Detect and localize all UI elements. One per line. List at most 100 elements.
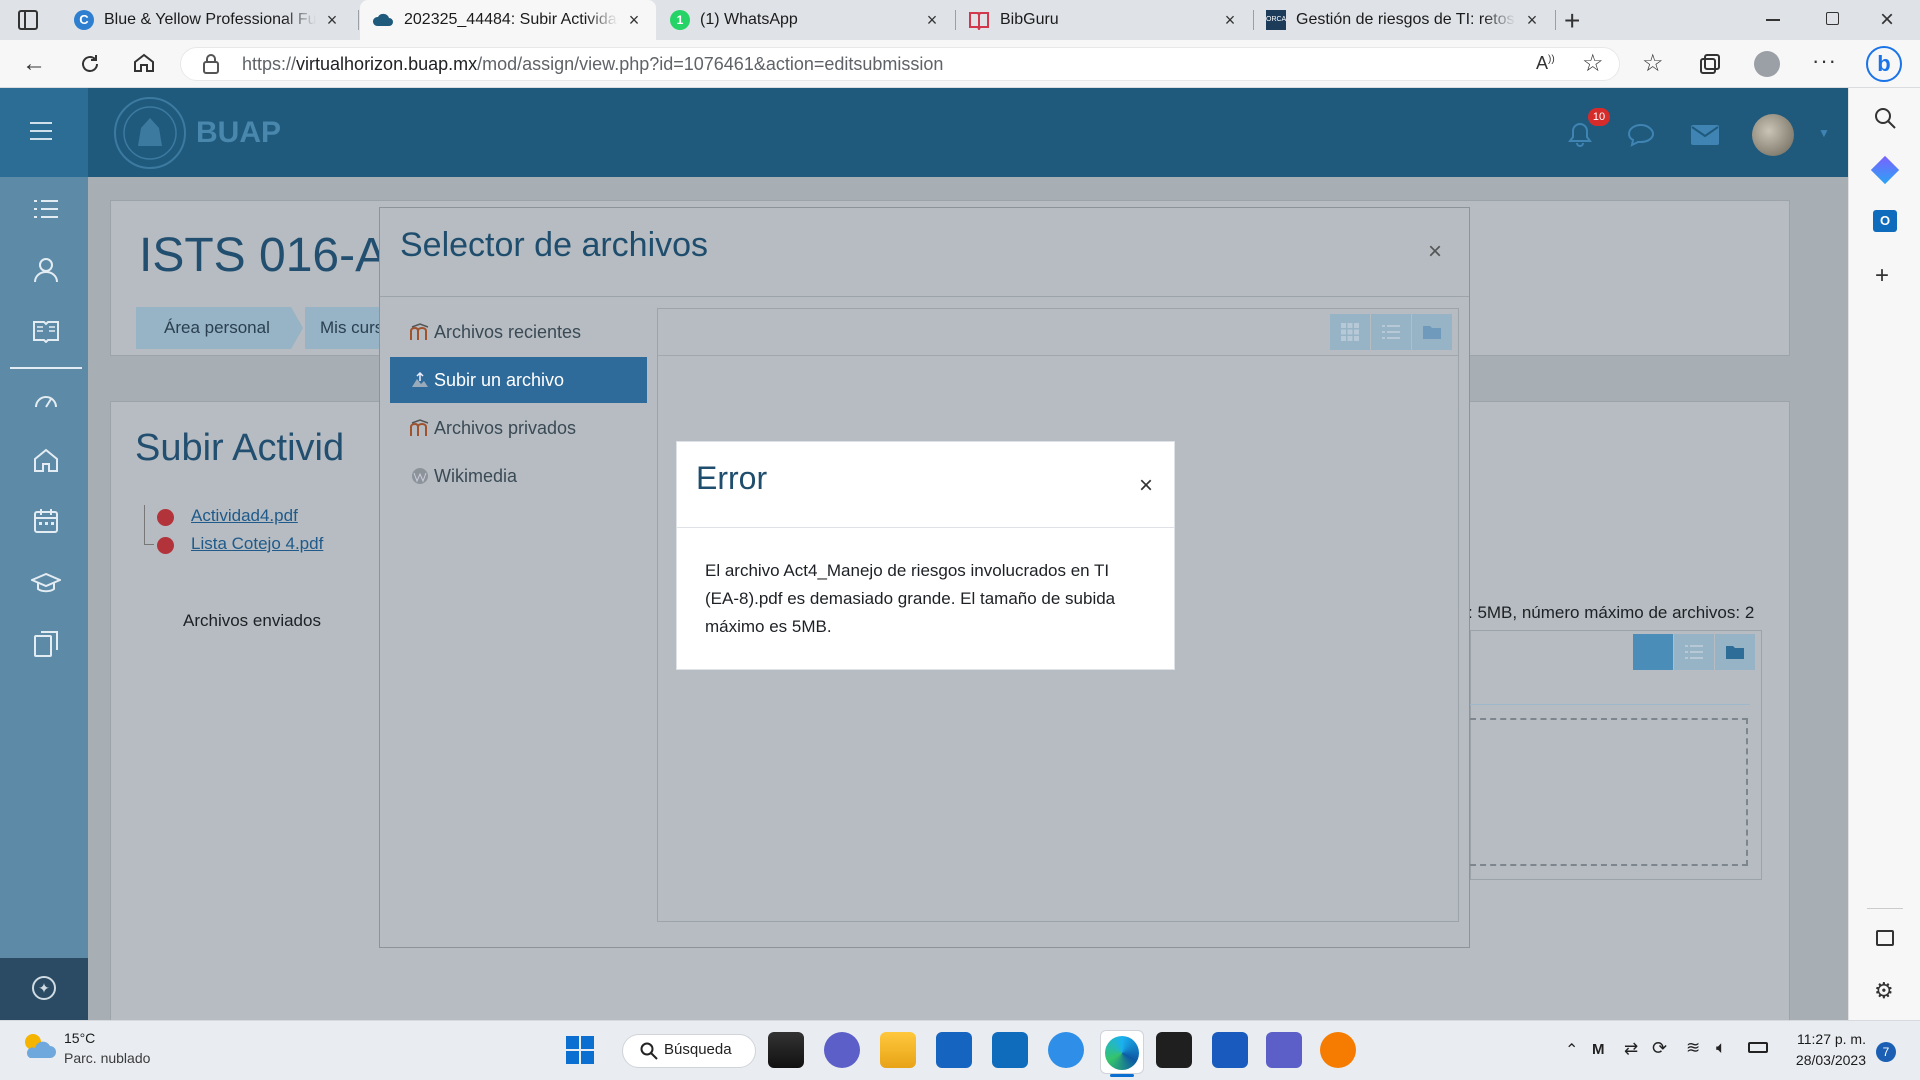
menu-toggle-icon[interactable] (30, 122, 52, 140)
source-upload-file[interactable]: Subir un archivo (390, 357, 647, 403)
attachment-link[interactable]: Lista Cotejo 4.pdf (191, 534, 323, 554)
close-window-icon[interactable]: × (1880, 6, 1894, 34)
weather-partly-cloudy-icon[interactable] (20, 1031, 56, 1061)
search-icon[interactable] (1873, 106, 1897, 130)
back-icon[interactable]: ← (22, 50, 46, 78)
close-tab-icon[interactable]: × (322, 10, 342, 31)
messages-icon[interactable] (1627, 122, 1655, 148)
clock-date[interactable]: 28/03/2023 (1782, 1052, 1866, 1068)
chat-app-icon[interactable] (1048, 1032, 1084, 1068)
folder-view-button[interactable] (1715, 634, 1755, 670)
tab-actions-icon[interactable] (18, 10, 38, 30)
home-icon[interactable] (132, 51, 156, 75)
file-picker-title: Selector de archivos (400, 226, 709, 264)
edge-browser-icon (1105, 1036, 1139, 1070)
icon-view-button[interactable] (1330, 314, 1370, 350)
browser-tab-buap[interactable]: 202325_44484: Subir Actividad 4 × (360, 0, 656, 40)
avast-icon[interactable] (1320, 1032, 1356, 1068)
course-index-icon[interactable] (33, 199, 59, 219)
refresh-icon[interactable] (78, 52, 102, 76)
my-courses-cap-icon[interactable] (31, 571, 61, 595)
buap-seal-icon[interactable] (110, 96, 190, 170)
read-aloud-icon[interactable]: A)) (1536, 53, 1555, 74)
content-bank-icon[interactable] (33, 631, 59, 657)
error-message: El archivo Act4_Manejo de riesgos involu… (705, 561, 1116, 636)
close-tab-icon[interactable]: × (1522, 10, 1542, 31)
windows-start-icon[interactable] (566, 1036, 594, 1064)
notifications-bell-icon[interactable] (1568, 122, 1592, 148)
dashboard-gauge-icon[interactable] (33, 387, 59, 411)
network-transfer-icon[interactable]: ⇄ (1624, 1039, 1638, 1059)
new-tab-icon[interactable]: + (1564, 5, 1580, 37)
tab-title: 202325_44484: Subir Actividad 4 (404, 11, 618, 28)
favorites-icon[interactable]: ☆ (1642, 49, 1664, 78)
teams-meet-icon[interactable] (824, 1032, 860, 1068)
mail-icon[interactable] (1690, 124, 1720, 146)
close-tab-icon[interactable]: × (624, 10, 644, 31)
participants-icon[interactable] (33, 257, 59, 283)
add-favorite-icon[interactable]: ☆ (1582, 49, 1604, 78)
lock-icon[interactable] (202, 54, 220, 74)
site-logo-text[interactable]: BUAP (196, 116, 281, 150)
collections-icon[interactable] (1698, 52, 1722, 76)
minimize-icon[interactable] (1766, 19, 1780, 21)
volume-icon[interactable]: 🔈︎ (1716, 1038, 1726, 1058)
list-view-button[interactable] (1674, 634, 1714, 670)
profile-avatar[interactable] (1754, 51, 1780, 77)
site-home-icon[interactable] (33, 447, 59, 473)
close-tab-icon[interactable]: × (1220, 10, 1240, 31)
browser-tab-bibguru[interactable]: BibGuru × (956, 0, 1252, 40)
restore-icon[interactable] (1826, 12, 1839, 25)
bibguru-icon (969, 12, 989, 30)
mi-app-tray-icon[interactable]: M (1592, 1041, 1605, 1058)
sync-icon[interactable]: ⟳ (1652, 1038, 1667, 1059)
clock-time[interactable]: 11:27 p. m. (1782, 1031, 1866, 1047)
site-favicon-icon: ORCA (1266, 10, 1286, 30)
left-nav-drawer: ✦ (0, 177, 88, 1020)
notification-center-badge[interactable]: 7 (1876, 1042, 1896, 1062)
url-text[interactable]: https://virtualhorizon.buap.mx/mod/assig… (242, 54, 943, 75)
hide-sidebar-icon[interactable] (1876, 930, 1894, 946)
grid-view-button[interactable] (1633, 634, 1673, 670)
add-sidebar-app-icon[interactable]: + (1875, 262, 1889, 290)
user-avatar[interactable] (1752, 114, 1794, 156)
copilot-icon[interactable] (1870, 155, 1900, 185)
list-view-button[interactable] (1371, 314, 1411, 350)
show-hidden-icons-chevron-icon[interactable]: ⌃ (1565, 1040, 1578, 1060)
browser-tab-whatsapp[interactable]: 1 (1) WhatsApp × (658, 0, 954, 40)
attachment-link[interactable]: Actividad4.pdf (191, 506, 298, 526)
settings-gear-icon[interactable]: ⚙ (1874, 978, 1894, 1004)
source-recent-files[interactable]: Archivos recientes (390, 309, 647, 355)
mail-app-icon[interactable] (992, 1032, 1028, 1068)
battery-icon[interactable] (1748, 1042, 1768, 1053)
sublime-text-icon[interactable] (1156, 1032, 1192, 1068)
browser-tab-riesgos[interactable]: ORCA Gestión de riesgos de TI: retos par… (1254, 0, 1554, 40)
teams-icon[interactable] (1266, 1032, 1302, 1068)
tree-view-button[interactable] (1412, 314, 1452, 350)
file-picker-close-button[interactable]: × (1428, 238, 1442, 266)
browser-tab-canva[interactable]: C Blue & Yellow Professional Futuristic … (62, 0, 354, 40)
microsoft-store-icon[interactable] (936, 1032, 972, 1068)
breadcrumb-personal-area[interactable]: Área personal (136, 307, 291, 349)
more-options-icon[interactable]: ··· (1812, 48, 1837, 74)
grades-book-icon[interactable] (33, 319, 59, 343)
weather-temperature[interactable]: 15°C (64, 1030, 95, 1046)
breadcrumb-my-courses[interactable]: Mis curs (305, 307, 379, 349)
outlook-icon[interactable]: O (1873, 210, 1897, 232)
weather-description[interactable]: Parc. nublado (64, 1050, 150, 1066)
url-domain: virtualhorizon.buap.mx (296, 54, 478, 74)
source-private-files[interactable]: Archivos privados (390, 405, 647, 451)
close-tab-icon[interactable]: × (922, 10, 942, 31)
task-view-icon[interactable] (768, 1032, 804, 1068)
source-wikimedia[interactable]: Wikimedia (390, 453, 647, 499)
accessibility-icon[interactable]: ✦ (32, 976, 56, 1000)
drop-zone[interactable] (1470, 718, 1748, 866)
file-explorer-icon[interactable] (880, 1032, 916, 1068)
calendar-icon[interactable] (33, 508, 59, 534)
divider (1470, 704, 1750, 705)
bing-icon[interactable]: b (1866, 46, 1902, 82)
word-icon[interactable] (1212, 1032, 1248, 1068)
wifi-icon[interactable]: ≋ (1686, 1038, 1700, 1058)
error-dialog-close-button[interactable]: × (1139, 472, 1153, 500)
user-menu-caret-icon[interactable]: ▼ (1818, 126, 1830, 140)
